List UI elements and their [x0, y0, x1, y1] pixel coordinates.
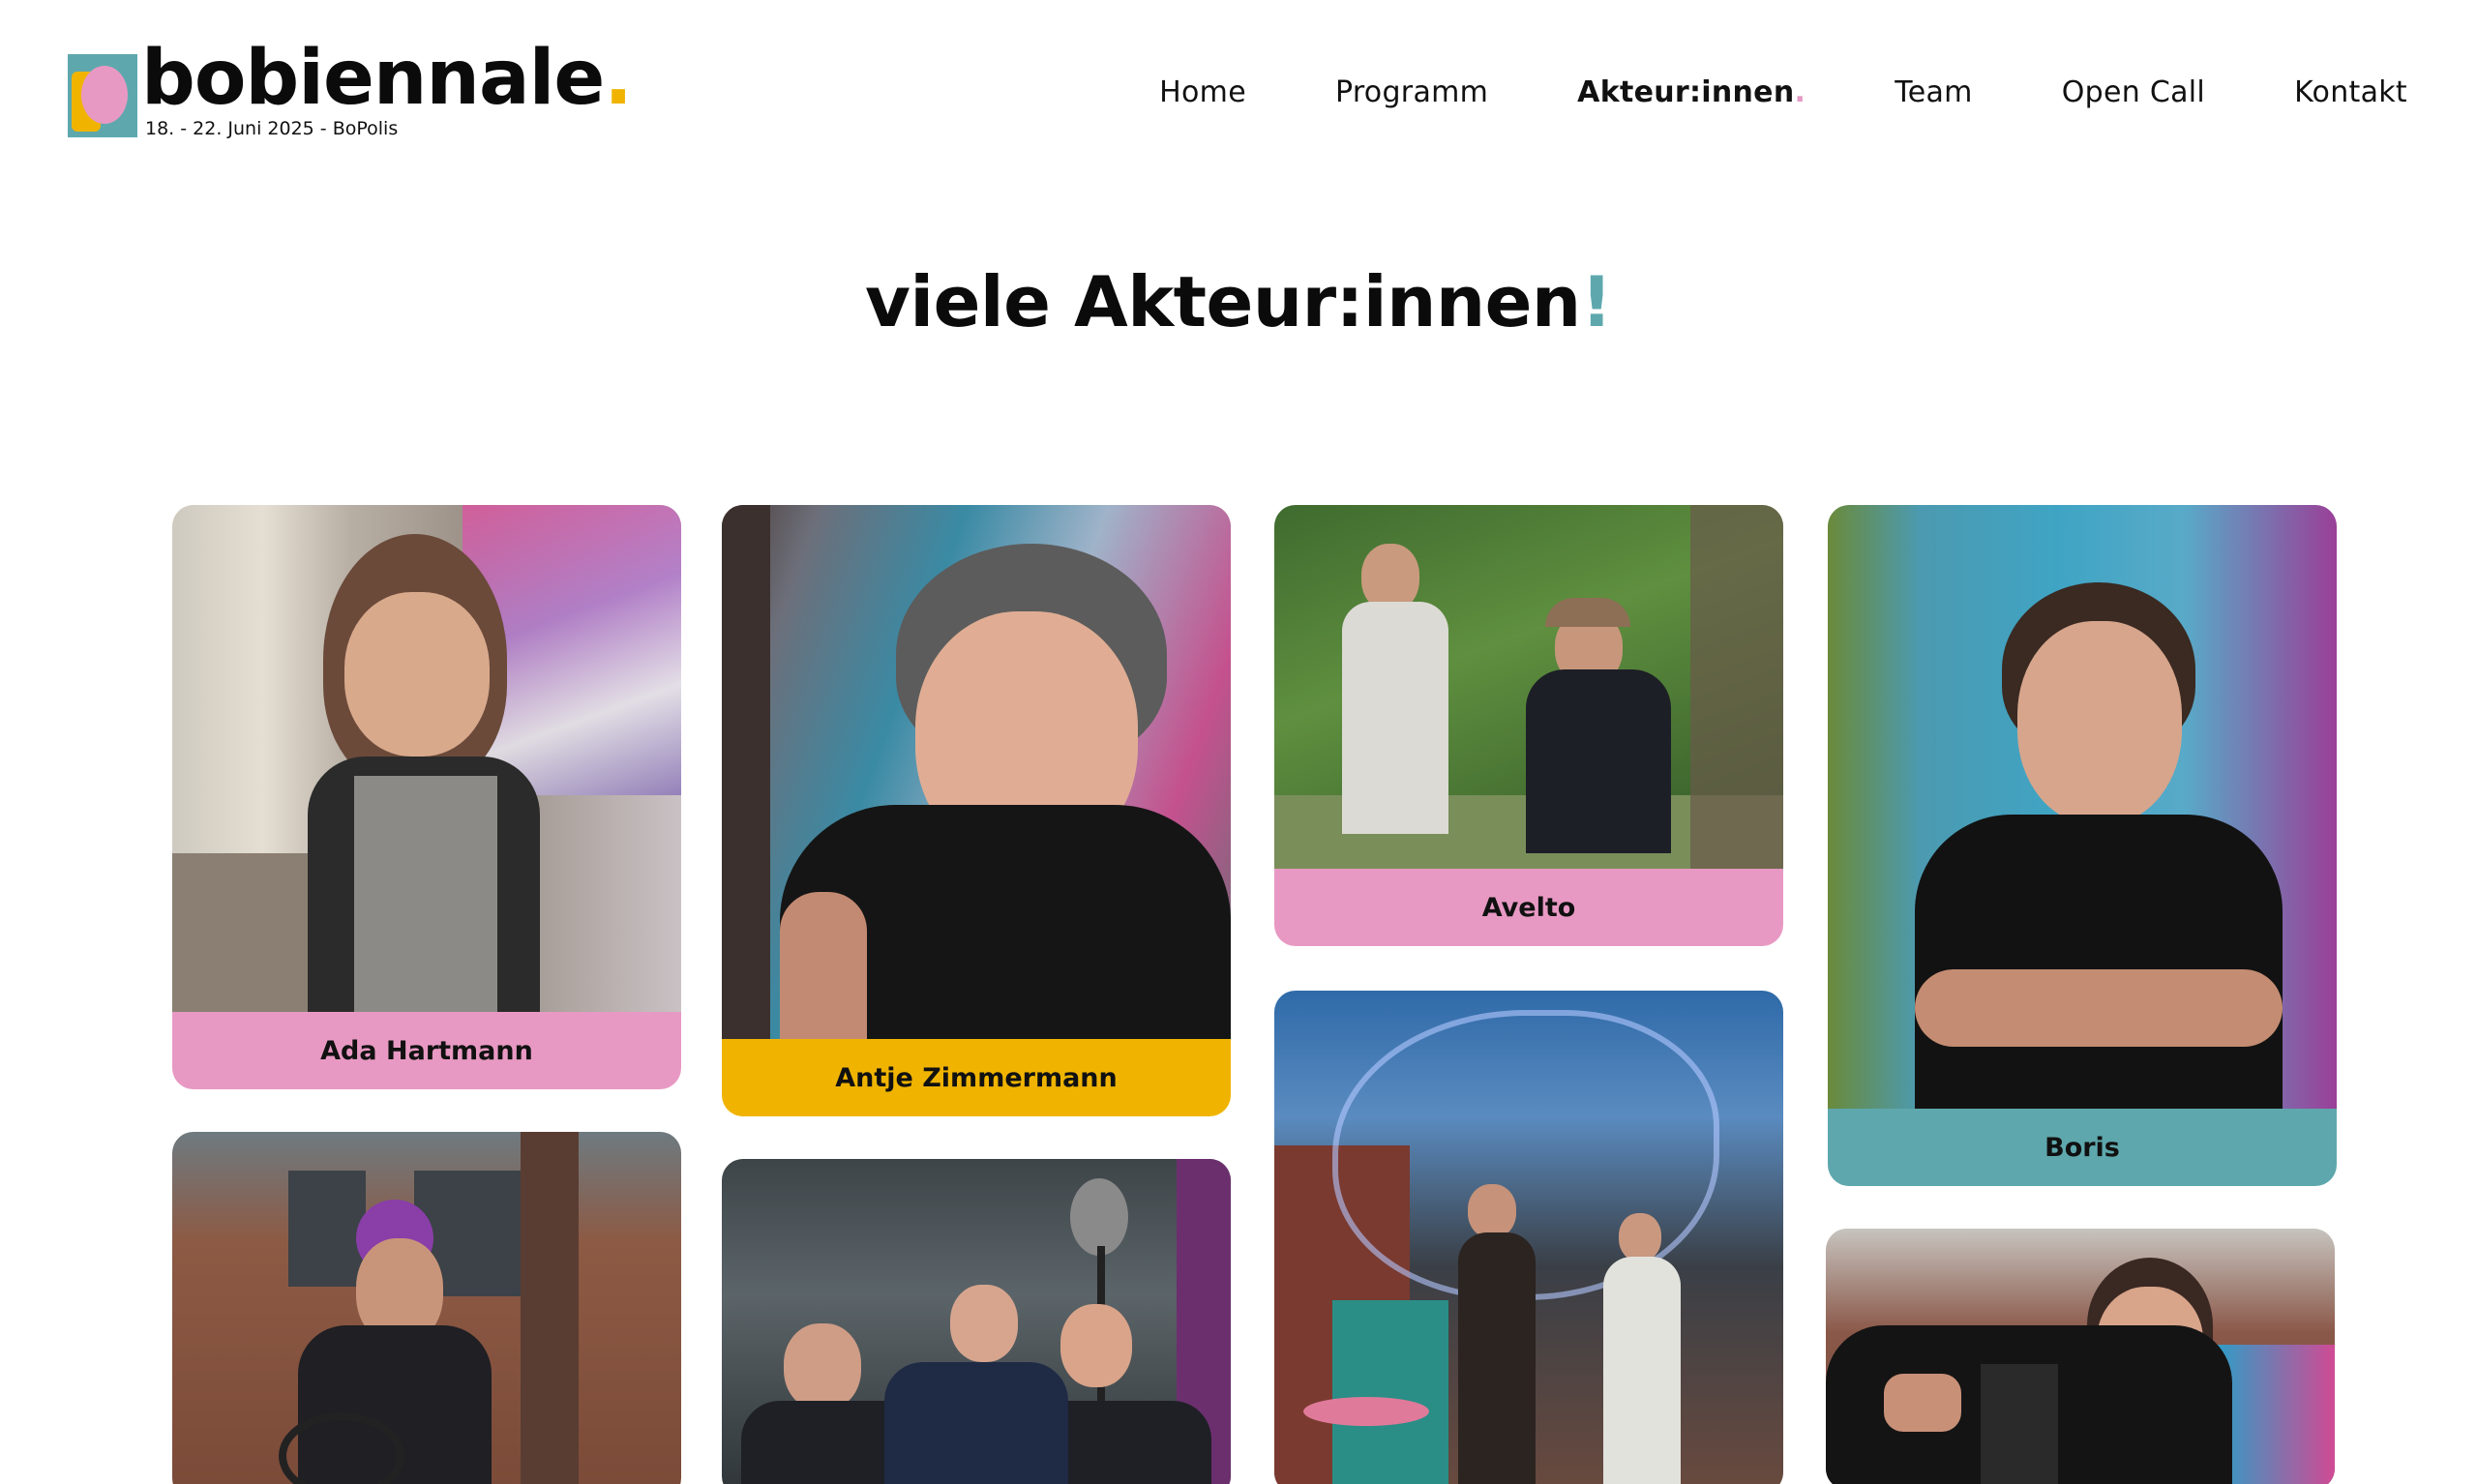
- artist-photo: [722, 505, 1231, 1039]
- artist-card-5[interactable]: [172, 1132, 681, 1484]
- nav-item-kontakt[interactable]: Kontakt: [2294, 75, 2407, 109]
- artist-card-8[interactable]: [1826, 1229, 2335, 1484]
- artist-photo: [1274, 991, 1783, 1484]
- nav-item-home[interactable]: Home: [1159, 75, 1246, 109]
- artist-name: Boris: [1828, 1109, 2337, 1186]
- artist-name: Avelto: [1274, 869, 1783, 946]
- nav-item-open-call[interactable]: Open Call: [2062, 75, 2205, 109]
- artist-name: Ada Hartmann: [172, 1012, 681, 1089]
- artist-card-avelto[interactable]: Avelto: [1274, 505, 1783, 946]
- site-logo[interactable]: bobiennale. 18. - 22. Juni 2025 - BoPoli…: [68, 41, 633, 143]
- page-title: viele Akteur:innen!: [864, 261, 1613, 342]
- artist-photo: [1828, 505, 2337, 1109]
- artist-card-boris[interactable]: Boris: [1828, 505, 2337, 1186]
- artist-card-7[interactable]: [1274, 991, 1783, 1484]
- artist-card-6[interactable]: [722, 1159, 1231, 1484]
- artist-photo: [722, 1159, 1231, 1484]
- logo-tagline: 18. - 22. Juni 2025 - BoPolis: [145, 118, 399, 139]
- nav-item-akteurinnen[interactable]: Akteur:innen.: [1577, 75, 1806, 109]
- main-nav: Home Programm Akteur:innen. Team Open Ca…: [1070, 75, 2407, 109]
- artist-photo: [1826, 1229, 2335, 1484]
- artist-photo: [1274, 505, 1783, 869]
- artist-photo: [172, 505, 681, 1012]
- nav-item-programm[interactable]: Programm: [1335, 75, 1488, 109]
- artist-photo: [172, 1132, 681, 1484]
- nav-item-team[interactable]: Team: [1895, 75, 1973, 109]
- logo-wordmark: bobiennale.: [141, 35, 633, 122]
- artist-name: Antje Zimmermann: [722, 1039, 1231, 1116]
- logo-mark-icon: [68, 54, 137, 137]
- artist-card-antje-zimmermann[interactable]: Antje Zimmermann: [722, 505, 1231, 1116]
- artist-card-ada-hartmann[interactable]: Ada Hartmann: [172, 505, 681, 1089]
